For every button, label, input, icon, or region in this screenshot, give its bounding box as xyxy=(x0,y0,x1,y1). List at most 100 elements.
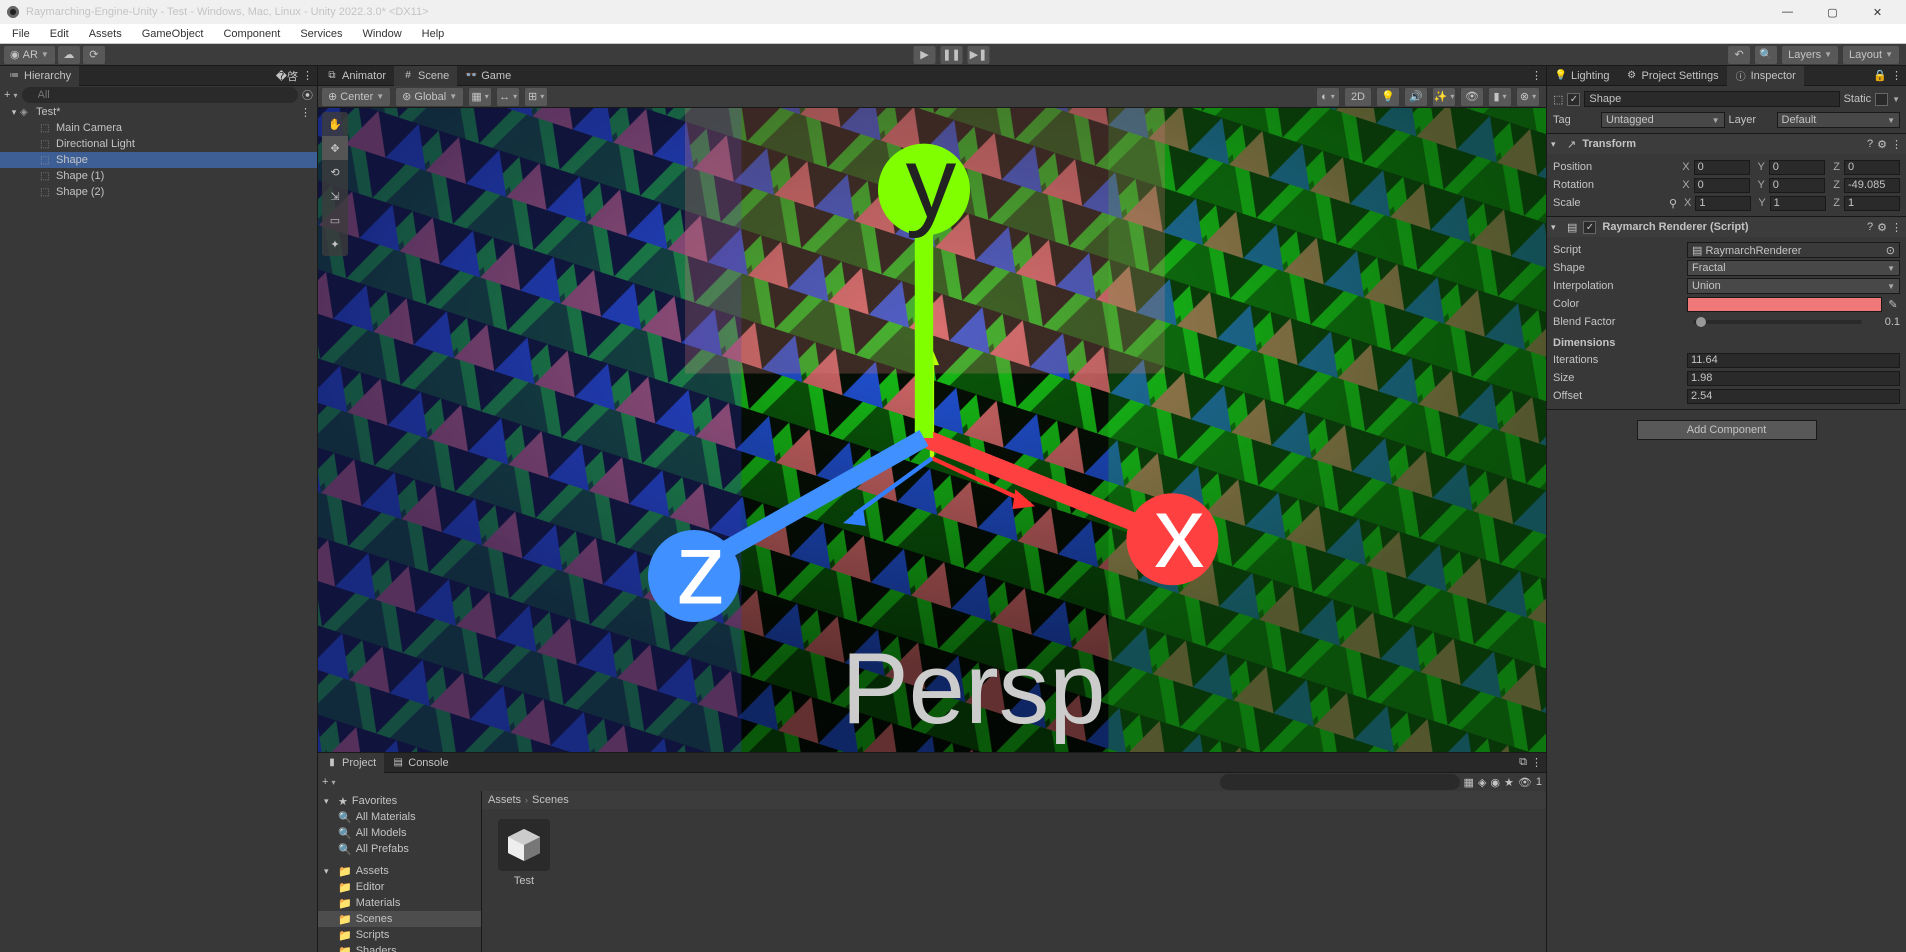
draw-mode-dropdown[interactable]: ◐▾ xyxy=(1317,88,1339,106)
rotation-y-field[interactable] xyxy=(1769,178,1825,193)
active-checkbox[interactable]: ✓ xyxy=(1567,93,1580,106)
color-field[interactable] xyxy=(1687,297,1882,312)
search-mode-icon[interactable]: ▦ xyxy=(1464,776,1474,789)
position-x-field[interactable] xyxy=(1694,160,1750,175)
project-popout-icon[interactable]: ⧉ xyxy=(1519,756,1527,769)
component-enabled-checkbox[interactable]: ✓ xyxy=(1583,221,1596,234)
offset-field[interactable] xyxy=(1687,389,1900,404)
shape-dropdown[interactable]: Fractal▼ xyxy=(1687,260,1900,276)
menu-edit[interactable]: Edit xyxy=(42,26,77,42)
hierarchy-item[interactable]: ⬚Shape (2) xyxy=(0,184,317,200)
layer-dropdown[interactable]: Default▼ xyxy=(1777,112,1901,128)
favorite-item[interactable]: 🔍 All Prefabs xyxy=(318,841,481,857)
preset-icon[interactable]: ⚙ xyxy=(1877,138,1887,151)
size-field[interactable] xyxy=(1687,371,1900,386)
assets-header[interactable]: ▾📁 Assets xyxy=(318,863,481,879)
layout-dropdown[interactable]: Layout ▼ xyxy=(1843,46,1899,64)
grid-snap-dropdown[interactable]: ▦▾ xyxy=(469,88,491,106)
object-name-field[interactable] xyxy=(1584,91,1839,107)
cloud-button[interactable]: ☁ xyxy=(58,46,80,64)
layers-dropdown[interactable]: Layers ▼ xyxy=(1782,46,1838,64)
component-menu-icon[interactable]: ⋮ xyxy=(1891,221,1902,234)
audio-toggle[interactable]: 🔊 xyxy=(1405,88,1427,106)
tab-project[interactable]: ▮Project xyxy=(318,753,384,773)
tab-console[interactable]: ▤Console xyxy=(384,753,456,773)
camera-dropdown[interactable]: ▮▾ xyxy=(1489,88,1511,106)
script-field[interactable]: ▤ RaymarchRenderer⊙ xyxy=(1687,242,1900,258)
interpolation-dropdown[interactable]: Union▼ xyxy=(1687,278,1900,294)
scale-x-field[interactable] xyxy=(1695,196,1751,211)
gizmos-dropdown[interactable]: ⊗▾ xyxy=(1517,88,1539,106)
eyedropper-icon[interactable]: ✎ xyxy=(1886,298,1900,311)
2d-toggle[interactable]: 2D xyxy=(1345,88,1371,106)
play-button[interactable]: ▶ xyxy=(914,46,936,64)
favorite-item[interactable]: 🔍 All Materials xyxy=(318,809,481,825)
pivot-mode-dropdown[interactable]: ⊕Center ▼ xyxy=(322,88,390,106)
inspector-menu-icon[interactable]: ⋮ xyxy=(1891,69,1902,82)
version-control-button[interactable]: ⟳ xyxy=(83,46,105,64)
blend-slider[interactable] xyxy=(1693,320,1862,324)
hierarchy-item[interactable]: ⬚Shape (1) xyxy=(0,168,317,184)
hierarchy-item[interactable]: ⬚Shape xyxy=(0,152,317,168)
step-button[interactable]: ▶❚ xyxy=(968,46,990,64)
hierarchy-popout-icon[interactable]: �啓 xyxy=(276,68,298,84)
object-picker-icon[interactable]: ⊙ xyxy=(1886,244,1895,257)
grid-visibility-dropdown[interactable]: ⊞▾ xyxy=(525,88,547,106)
hierarchy-menu-icon[interactable]: ⋮ xyxy=(302,69,313,82)
save-search-icon[interactable]: ★ xyxy=(1504,776,1514,789)
favorites-header[interactable]: ▾★ Favorites xyxy=(318,793,481,809)
undo-history-button[interactable]: ↶ xyxy=(1728,46,1750,64)
visibility-toggle[interactable]: 👁 xyxy=(1461,88,1483,106)
menu-services[interactable]: Services xyxy=(292,26,350,42)
tab-scene[interactable]: #Scene xyxy=(394,66,457,86)
menu-gameobject[interactable]: GameObject xyxy=(134,26,212,42)
filter-type-icon[interactable]: ◈ xyxy=(1478,776,1486,789)
menu-file[interactable]: File xyxy=(4,26,38,42)
menu-component[interactable]: Component xyxy=(215,26,288,42)
transform-header[interactable]: ▾↗ Transform ?⚙⋮ xyxy=(1547,134,1906,154)
favorite-item[interactable]: 🔍 All Models xyxy=(318,825,481,841)
tab-inspector[interactable]: ⓘInspector xyxy=(1727,66,1804,86)
orientation-gizmo[interactable]: x y z Persp xyxy=(318,116,1538,752)
menu-help[interactable]: Help xyxy=(414,26,453,42)
menu-window[interactable]: Window xyxy=(355,26,410,42)
raymarch-header[interactable]: ▾▤ ✓ Raymarch Renderer (Script) ?⚙⋮ xyxy=(1547,217,1906,237)
tab-lighting[interactable]: 💡Lighting xyxy=(1547,66,1618,86)
scene-viewport[interactable]: ✋ ✥ ⟲ ⇲ ▭ ✦ x y z Persp xyxy=(318,108,1546,752)
tab-game[interactable]: 👓Game xyxy=(457,66,519,86)
project-create-dropdown[interactable]: + ▾ xyxy=(322,776,336,788)
help-icon[interactable]: ? xyxy=(1867,138,1873,151)
scale-y-field[interactable] xyxy=(1770,196,1826,211)
hierarchy-item[interactable]: ⬚Main Camera xyxy=(0,120,317,136)
minimize-button[interactable]: — xyxy=(1765,0,1810,24)
filter-label-icon[interactable]: ◉ xyxy=(1490,776,1500,789)
close-button[interactable]: ✕ xyxy=(1855,0,1900,24)
tab-animator[interactable]: ⧉Animator xyxy=(318,66,394,86)
folder-item[interactable]: 📁 Scripts xyxy=(318,927,481,943)
preset-icon[interactable]: ⚙ xyxy=(1877,221,1887,234)
folder-item[interactable]: 📁 Editor xyxy=(318,879,481,895)
space-mode-dropdown[interactable]: ⊛Global ▼ xyxy=(396,88,463,106)
hierarchy-search[interactable] xyxy=(22,87,299,103)
fx-dropdown[interactable]: ✨▾ xyxy=(1433,88,1455,106)
inspector-lock-icon[interactable]: 🔒 xyxy=(1873,69,1887,82)
add-component-button[interactable]: Add Component xyxy=(1637,420,1817,440)
maximize-button[interactable]: ▢ xyxy=(1810,0,1855,24)
static-checkbox[interactable] xyxy=(1875,93,1888,106)
tag-dropdown[interactable]: Untagged▼ xyxy=(1601,112,1725,128)
lighting-toggle[interactable]: 💡 xyxy=(1377,88,1399,106)
project-search[interactable] xyxy=(1220,774,1460,790)
rotation-x-field[interactable] xyxy=(1694,178,1750,193)
create-dropdown[interactable]: + ▾ xyxy=(4,89,18,101)
asset-item[interactable]: Test xyxy=(492,819,556,887)
folder-item[interactable]: 📁 Scenes xyxy=(318,911,481,927)
folder-item[interactable]: 📁 Shaders xyxy=(318,943,481,952)
project-menu-icon[interactable]: ⋮ xyxy=(1531,756,1542,769)
snap-increment-dropdown[interactable]: ↔▾ xyxy=(497,88,519,106)
account-dropdown[interactable]: ◉ AR ▼ xyxy=(4,46,55,64)
help-icon[interactable]: ? xyxy=(1867,221,1873,234)
component-menu-icon[interactable]: ⋮ xyxy=(1891,138,1902,151)
rotation-z-field[interactable] xyxy=(1844,178,1900,193)
position-y-field[interactable] xyxy=(1769,160,1825,175)
scene-menu-icon[interactable]: ⋮ xyxy=(1531,69,1542,82)
